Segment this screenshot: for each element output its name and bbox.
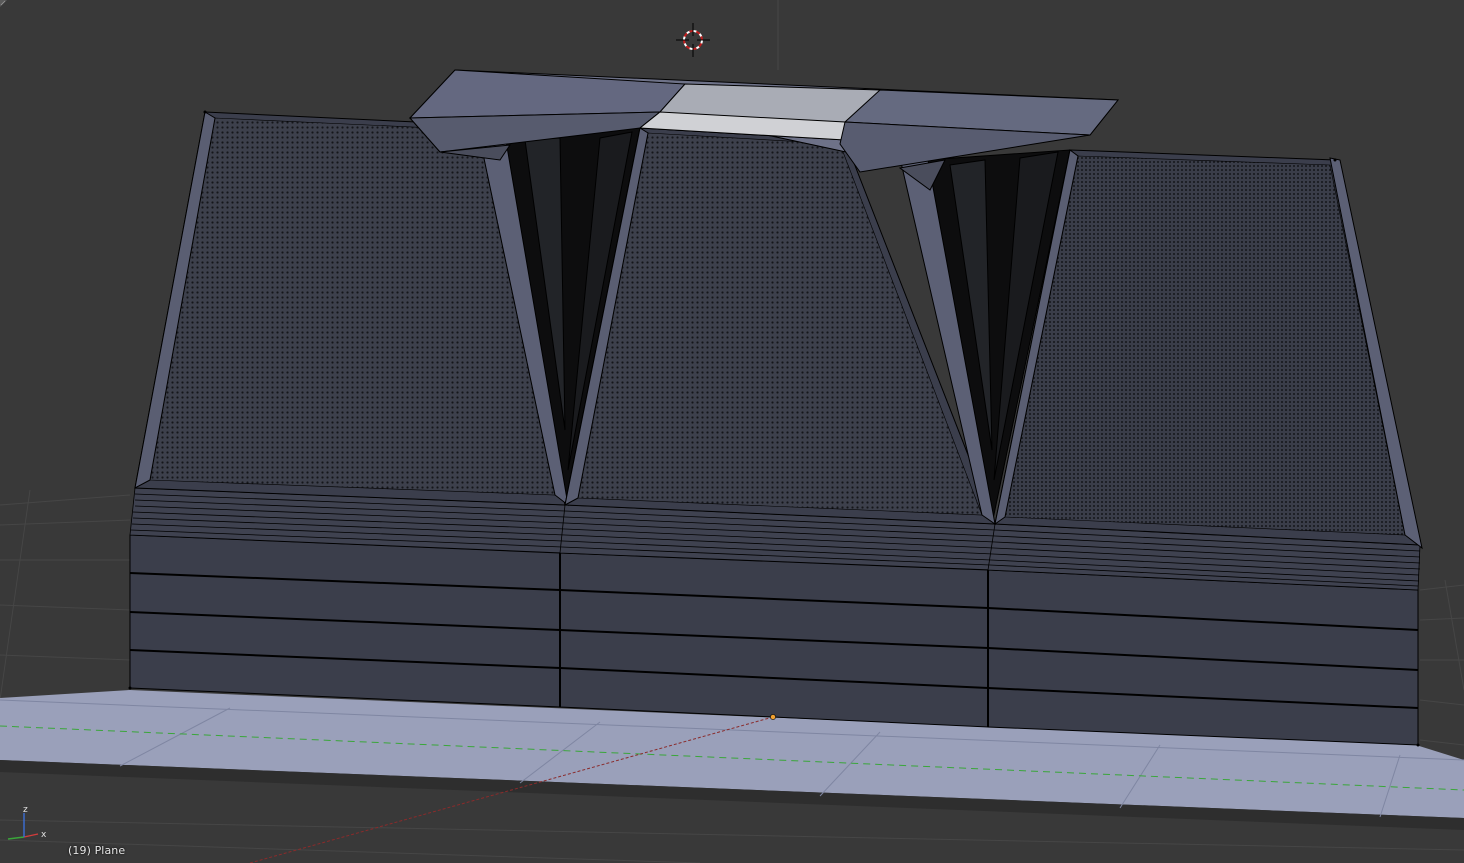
mesh-object[interactable] — [128, 69, 1423, 747]
svg-text:z: z — [23, 805, 28, 815]
active-object-label: (19) Plane — [68, 844, 126, 857]
svg-text:x: x — [41, 830, 47, 840]
3d-cursor-icon[interactable] — [676, 23, 710, 57]
pyramid-right — [994, 149, 1423, 550]
viewport-canvas[interactable]: x z — [0, 0, 1464, 863]
axis-gizmo-icon: x z — [7, 805, 47, 840]
pyramid-left — [134, 111, 569, 507]
object-origin-icon[interactable] — [770, 714, 776, 720]
3d-viewport[interactable]: x z (19) Plane — [0, 0, 1464, 863]
area-split-corner-icon[interactable] — [0, 0, 8, 8]
